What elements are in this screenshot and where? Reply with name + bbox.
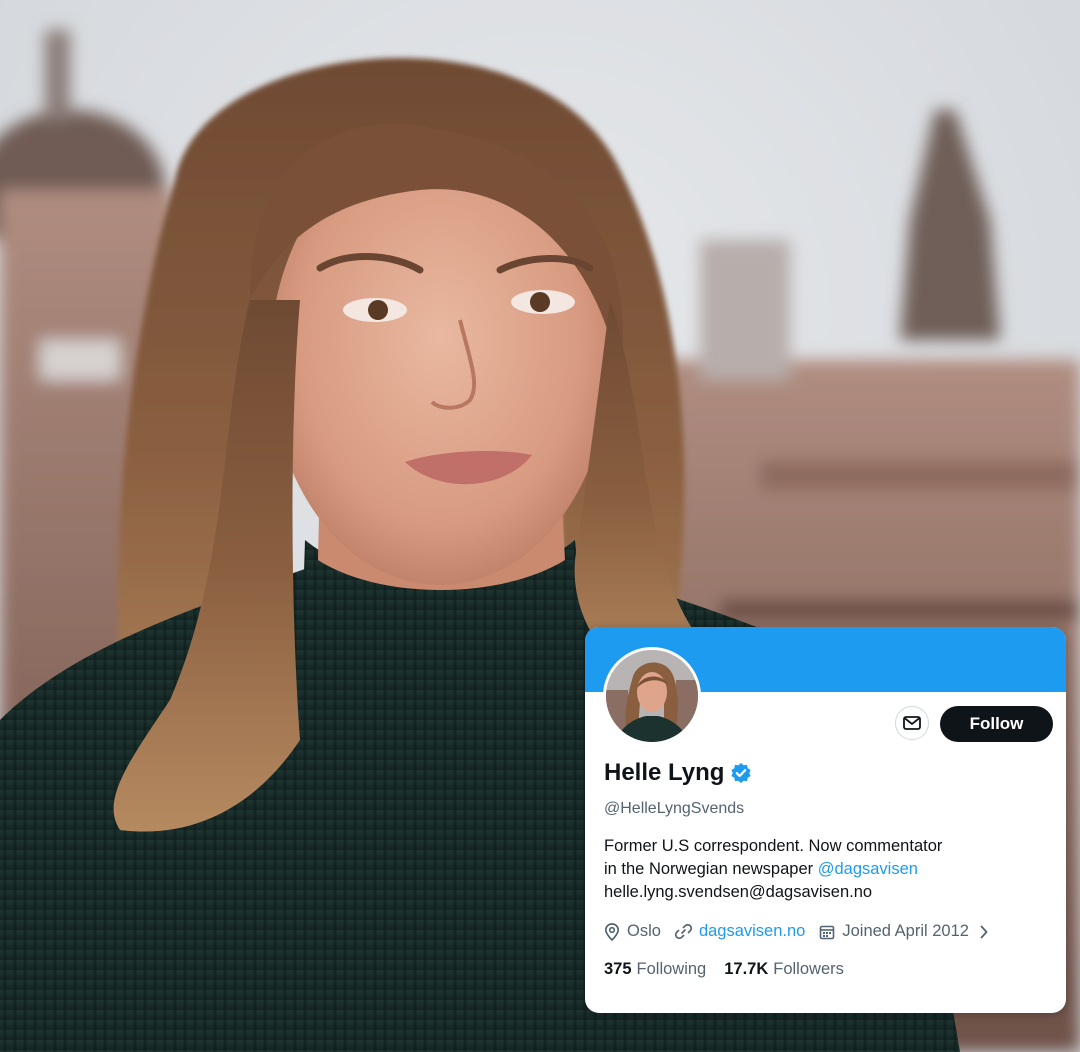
bio-line-3: helle.lyng.svendsen@dagsavisen.no bbox=[604, 883, 873, 901]
followers-label: Followers bbox=[773, 960, 844, 978]
bio-mention-link[interactable]: @dagsavisen bbox=[818, 860, 918, 878]
profile-card: Follow Helle Lyng @HelleLyngSvends Forme… bbox=[585, 627, 1066, 1013]
website-item[interactable]: dagsavisen.no bbox=[674, 922, 805, 941]
message-button[interactable] bbox=[895, 706, 929, 740]
website-link[interactable]: dagsavisen.no bbox=[699, 922, 805, 941]
profile-meta-row: Oslo dagsavisen.no Joined April 2012 bbox=[604, 922, 989, 941]
bio-line-1: Former U.S correspondent. Now commentato… bbox=[604, 837, 943, 855]
follow-button[interactable]: Follow bbox=[940, 706, 1053, 742]
location-item: Oslo bbox=[604, 922, 661, 941]
avatar-image bbox=[606, 650, 698, 742]
followers-stat[interactable]: 17.7K Followers bbox=[724, 960, 844, 979]
followers-count: 17.7K bbox=[724, 960, 769, 978]
joined-item: Joined April 2012 bbox=[819, 922, 969, 941]
profile-name-row: Helle Lyng bbox=[604, 759, 752, 787]
following-count: 375 bbox=[604, 960, 632, 978]
avatar[interactable] bbox=[603, 647, 701, 745]
following-label: Following bbox=[636, 960, 707, 978]
verified-badge-icon bbox=[730, 762, 752, 784]
following-stat[interactable]: 375 Following bbox=[604, 960, 706, 979]
joined-text: Joined April 2012 bbox=[842, 922, 969, 940]
profile-bio: Former U.S correspondent. Now commentato… bbox=[604, 835, 1044, 904]
profile-handle: @HelleLyngSvends bbox=[604, 800, 745, 817]
envelope-icon bbox=[903, 716, 921, 730]
location-text: Oslo bbox=[627, 922, 661, 940]
location-pin-icon bbox=[604, 922, 620, 941]
bio-line-2: in the Norwegian newspaper @dagsavisen bbox=[604, 858, 1044, 881]
display-name: Helle Lyng bbox=[604, 759, 725, 786]
profile-stats-row: 375 Following 17.7K Followers bbox=[604, 960, 862, 979]
chevron-right-icon[interactable] bbox=[979, 925, 989, 939]
bio-line-2-text: in the Norwegian newspaper bbox=[604, 860, 818, 878]
calendar-icon bbox=[820, 925, 835, 939]
link-icon bbox=[674, 923, 692, 940]
